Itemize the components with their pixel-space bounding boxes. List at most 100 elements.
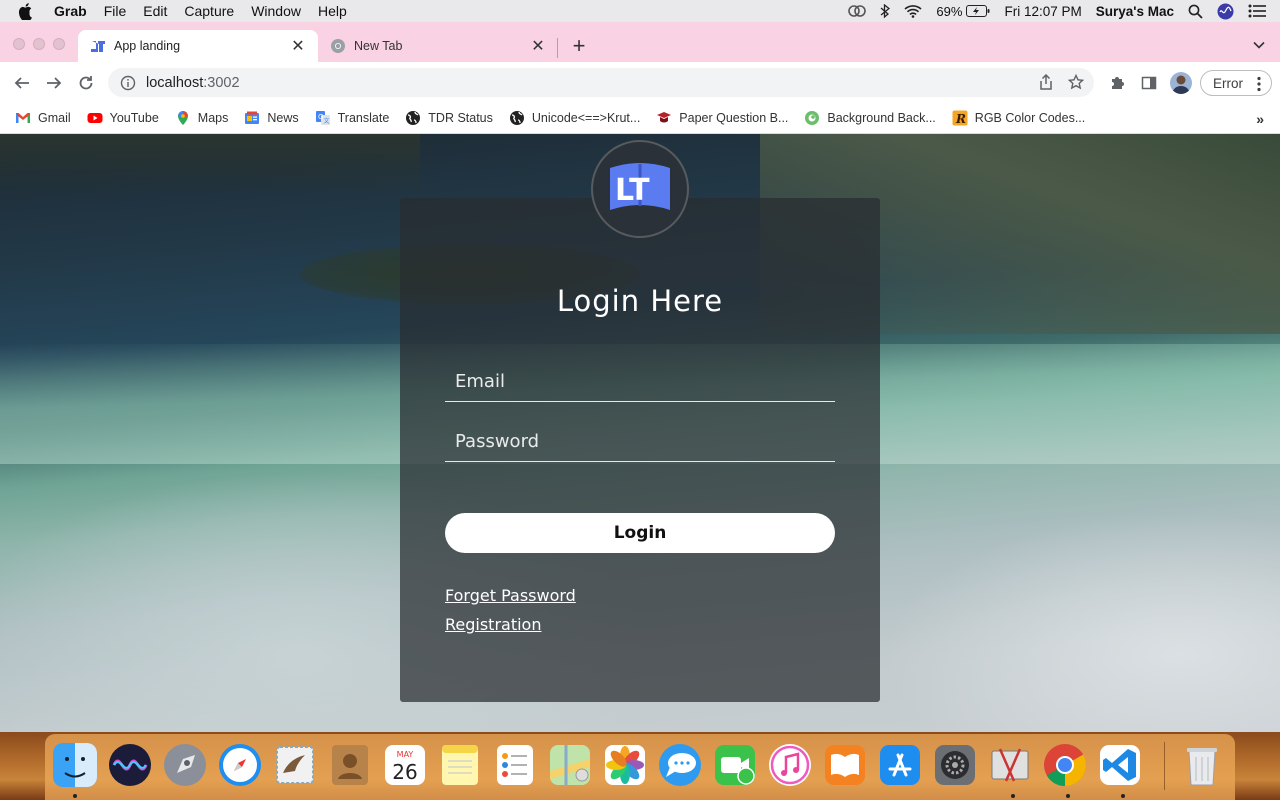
bookmarks-overflow-button[interactable]: » [1256,111,1264,127]
facetime-icon[interactable] [713,743,757,787]
bookmark-paper-question[interactable]: Paper Question B... [656,110,788,126]
bookmark-background[interactable]: Background Back... [804,110,936,126]
close-tab-icon[interactable]: ✕ [290,38,306,55]
close-tab-icon[interactable]: ✕ [530,38,546,55]
reload-icon [79,76,93,90]
tab-app-landing[interactable]: App landing ✕ [78,30,318,62]
svg-text:R: R [955,112,966,126]
side-panel-icon [1141,76,1157,90]
bookmark-youtube[interactable]: YouTube [87,110,159,126]
notification-center-icon[interactable] [1248,4,1266,18]
reload-button[interactable] [75,72,97,94]
vscode-running-indicator [1121,794,1125,798]
side-panel-button[interactable] [1139,73,1159,93]
tab-title: New Tab [354,39,403,53]
chrome-app-icon[interactable] [1043,743,1087,787]
maps-app-icon[interactable] [548,743,592,787]
menu-file[interactable]: File [104,3,127,19]
error-label: Error [1213,75,1243,91]
bookmark-label: Paper Question B... [679,111,789,125]
reminders-icon[interactable] [493,743,537,787]
lt-logo-icon: LT [610,163,670,210]
books-icon[interactable] [823,743,867,787]
finder-running-indicator [73,794,77,798]
bookmark-unicode[interactable]: Unicode<==>Krut... [509,110,640,126]
email-input[interactable] [445,362,835,402]
mail-icon[interactable] [273,743,317,787]
system-preferences-icon[interactable] [933,743,977,787]
safari-icon[interactable] [218,743,262,787]
logo-letters: LT [615,173,650,208]
bookmark-label: TDR Status [428,111,493,125]
bookmarks-bar: Gmail YouTube Maps News G文 Translate TDR… [0,103,1280,134]
address-bar[interactable]: localhost:3002 [108,68,1094,97]
browser-toolbar: localhost:3002 Error [0,62,1280,103]
menu-window[interactable]: Window [251,3,301,19]
forward-button[interactable] [43,72,65,94]
menu-help[interactable]: Help [318,3,347,19]
bookmark-star-icon[interactable] [1068,74,1084,90]
page-background: LT Login Here Login Forget Password Regi… [0,134,1280,732]
bookmark-rgb-color-codes[interactable]: R RGB Color Codes... [952,110,1085,126]
wifi-icon[interactable] [904,4,922,18]
back-button[interactable] [11,72,33,94]
site-info-icon[interactable] [120,75,136,91]
notes-icon[interactable] [438,743,482,787]
bookmark-gmail[interactable]: Gmail [15,110,71,126]
menu-capture[interactable]: Capture [184,3,234,19]
bookmark-maps[interactable]: Maps [175,110,229,126]
share-icon[interactable] [1038,74,1054,90]
puzzle-icon [1112,77,1124,89]
bluetooth-icon[interactable] [880,3,891,19]
menu-clock[interactable]: Fri 12:07 PM [1004,4,1081,19]
window-controls [13,38,65,50]
bookmark-news[interactable]: News [244,110,299,126]
login-button[interactable]: Login [445,513,835,553]
chrome-favicon-icon [331,39,345,53]
bookmark-label: Translate [337,111,390,125]
app-store-icon[interactable] [878,743,922,787]
messages-icon[interactable] [658,743,702,787]
url-port: :3002 [203,74,240,91]
siri-icon[interactable] [1217,3,1234,20]
profile-avatar[interactable] [1170,72,1192,94]
vscode-icon[interactable] [1098,743,1142,787]
extensions-button[interactable] [1107,73,1127,93]
finder-icon[interactable] [53,743,97,787]
siri-app-icon[interactable] [108,743,152,787]
bookmark-tdr-status[interactable]: TDR Status [405,110,493,126]
password-input[interactable] [445,422,835,462]
registration-link[interactable]: Registration [445,615,541,634]
tab-new-tab[interactable]: New Tab ✕ [318,30,558,62]
photos-icon[interactable] [603,743,647,787]
arrow-left-icon [14,77,29,89]
apple-icon[interactable] [18,2,34,20]
battery-status[interactable]: 69% [936,4,990,19]
battery-charging-icon [966,5,990,17]
browser-tab-strip: App landing ✕ New Tab ✕ + [0,22,1280,62]
creative-cloud-icon[interactable] [848,4,867,18]
menu-app-name[interactable]: Grab [54,3,87,19]
globe-icon [406,111,421,125]
profile-error-button[interactable]: Error [1200,70,1272,96]
menu-edit[interactable]: Edit [143,3,167,19]
minimize-window-button[interactable] [33,38,45,50]
launchpad-icon[interactable] [163,743,207,787]
forget-password-link[interactable]: Forget Password [445,586,576,605]
calendar-day: 26 [392,760,417,784]
tab-search-chevron-icon[interactable] [1252,38,1266,52]
trash-icon[interactable] [1180,743,1224,787]
calendar-icon[interactable]: MAY26 [383,743,427,787]
new-tab-button[interactable]: + [569,35,589,57]
contacts-icon[interactable] [328,743,372,787]
itunes-icon[interactable] [768,743,812,787]
bookmark-translate[interactable]: G文 Translate [315,110,390,126]
spotlight-search-icon[interactable] [1188,4,1203,19]
zoom-window-button[interactable] [53,38,65,50]
bookmark-label: Maps [197,111,229,125]
tab-title: App landing [114,39,181,53]
menu-user[interactable]: Surya's Mac [1096,4,1174,19]
close-window-button[interactable] [13,38,25,50]
screenshot-tool-icon[interactable] [988,743,1032,787]
screenshot-tool-running-indicator [1011,794,1015,798]
